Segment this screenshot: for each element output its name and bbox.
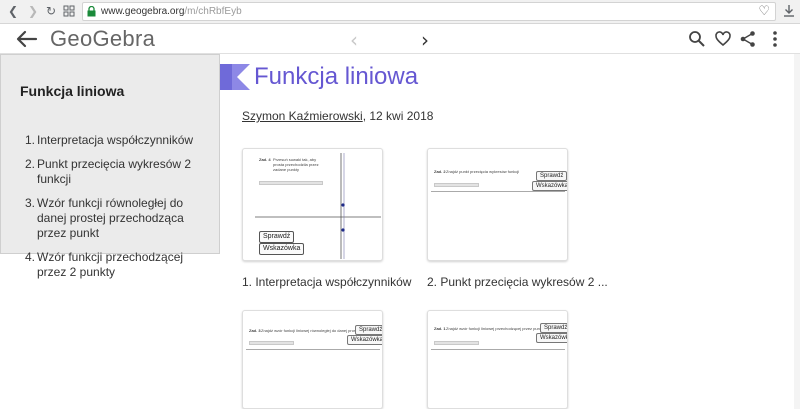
task-text: Znajdź wzór funkcji liniowej równoległej… [261, 328, 361, 333]
more-vertical-icon[interactable] [766, 30, 784, 48]
activity-card-2[interactable]: Zad. 2 Znajdź punkt przecięcia wykresów … [427, 148, 568, 261]
app-header: GeoGebra ‹ › [0, 24, 800, 54]
browser-back-icon[interactable]: ❮ [6, 4, 20, 18]
check-button[interactable]: Sprawdź [540, 323, 567, 333]
toc-item-1[interactable]: 1. Interpretacja współczynników [25, 133, 215, 148]
hint-button[interactable]: Wskazówka [532, 181, 567, 191]
table-of-contents-panel: Funkcja liniowa 1. Interpretacja współczy… [0, 54, 220, 279]
browser-reload-icon[interactable]: ↻ [44, 4, 58, 18]
answer-box [249, 341, 294, 345]
apps-grid-icon[interactable] [62, 4, 76, 18]
back-arrow-icon[interactable] [14, 27, 40, 51]
point-b [341, 228, 345, 232]
next-chevron-icon[interactable]: › [421, 28, 429, 52]
geogebra-logo[interactable]: GeoGebra [50, 26, 155, 52]
activity-card-4[interactable]: Zad. 1 Znajdź wzór funkcji liniowej prze… [427, 310, 568, 409]
check-button[interactable]: Sprawdź [536, 171, 567, 181]
page-scrollbar[interactable] [794, 54, 800, 409]
hint-button[interactable]: Wskazówka [259, 243, 305, 255]
toc-item-3[interactable]: 3. Wzór funkcji równoległej do danej pros… [25, 196, 215, 241]
previous-chevron-icon[interactable]: ‹ [350, 28, 358, 52]
author-date-line: Szymon Kaźmierowski, 12 kwi 2018 [242, 109, 433, 123]
url-text: www.geogebra.org/m/chRbfEyb [101, 6, 242, 17]
book-title: Funkcja liniowa [20, 83, 125, 99]
task-text: Znajdź wzór funkcji liniowej przechodząc… [446, 326, 545, 331]
hint-button[interactable]: Wskazówka [536, 333, 567, 343]
browser-toolbar: ❮ ❯ ↻ www.geogebra.org/m/chRbfEyb ♡ [0, 0, 800, 24]
lock-icon [87, 6, 96, 17]
check-button[interactable]: Sprawdź [259, 231, 295, 243]
task-number: Zad. 1 [434, 326, 446, 331]
card-2-title[interactable]: 2. Punkt przecięcia wykresów 2 ... [427, 275, 608, 289]
toc-item-2[interactable]: 2. Punkt przecięcia wykresów 2 funkcji [25, 157, 215, 187]
answer-box [434, 183, 479, 187]
separator [431, 191, 565, 192]
author-link[interactable]: Szymon Kaźmierowski [242, 109, 363, 123]
chapter-list: 1. Interpretacja współczynników 2. Punkt p… [25, 133, 215, 289]
separator [431, 349, 565, 350]
activity-card-1[interactable]: Zad. 4 Przesuń suwaki tak, aby prosta pr… [242, 148, 383, 261]
card-1-title[interactable]: 1. Interpretacja współczynników [242, 275, 411, 289]
download-icon[interactable] [782, 4, 796, 18]
answer-box [434, 341, 479, 345]
task-number: Zad. 2 [434, 169, 446, 174]
toc-item-4[interactable]: 4. Wzór funkcji przechodzącej przez 2 pun… [25, 250, 215, 280]
bookmark-heart-icon[interactable]: ♡ [758, 4, 770, 19]
check-button[interactable]: Sprawdź [355, 325, 382, 335]
publish-date: , 12 kwi 2018 [362, 109, 434, 123]
share-icon[interactable] [739, 30, 757, 48]
point-a [341, 203, 345, 207]
separator [246, 349, 380, 350]
favorite-heart-icon[interactable] [714, 30, 732, 48]
address-bar[interactable]: www.geogebra.org/m/chRbfEyb ♡ [82, 2, 776, 21]
hint-button[interactable]: Wskazówka [347, 335, 382, 345]
task-number: Zad. 3 [249, 328, 261, 333]
browser-forward-icon[interactable]: ❯ [26, 4, 40, 18]
task-text: Znajdź punkt przecięcia wykresów funkcji [446, 169, 520, 174]
search-icon[interactable] [688, 30, 706, 48]
page-title: Funkcja liniowa [254, 63, 419, 90]
book-banner-icon [220, 64, 250, 90]
activity-card-3[interactable]: Zad. 3 Znajdź wzór funkcji liniowej równ… [242, 310, 383, 409]
